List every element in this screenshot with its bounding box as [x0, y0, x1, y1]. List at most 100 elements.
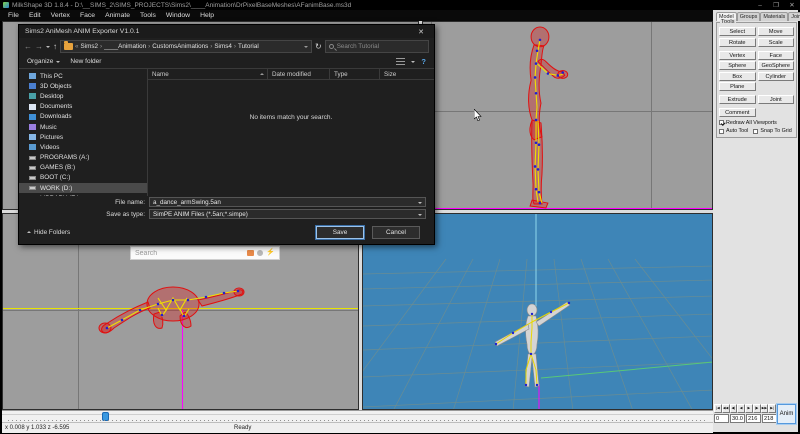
menu-help[interactable]: Help — [195, 10, 219, 21]
sidebar-item-pictures[interactable]: Pictures — [19, 132, 147, 142]
refresh-icon[interactable]: ↻ — [315, 42, 322, 52]
anim-toggle-button[interactable]: Anim — [777, 404, 796, 424]
hide-folders-button[interactable]: Hide Folders — [27, 229, 70, 236]
sidebar-item-boot-drive[interactable]: BOOT (C:) — [19, 173, 147, 183]
breadcrumb-segment[interactable]: Sims2 — [81, 43, 99, 50]
sidebar-item-work-drive[interactable]: WORK (D:) — [19, 183, 147, 193]
up-icon[interactable]: ↑ — [53, 42, 57, 52]
dialog-title-bar[interactable]: Sims2 AniMesh ANIM Exporter V1.0.1 ✕ — [19, 25, 434, 38]
minimize-button[interactable]: – — [752, 1, 768, 10]
total-frames-field[interactable] — [730, 414, 745, 423]
geosphere-button[interactable]: GeoSphere — [758, 61, 795, 70]
menu-window[interactable]: Window — [161, 10, 195, 21]
menu-edit[interactable]: Edit — [24, 10, 46, 21]
step-forward-button[interactable]: ▶ — [745, 404, 753, 413]
viewport-top-right[interactable] — [422, 21, 713, 210]
history-caret-icon[interactable] — [46, 46, 50, 50]
close-button[interactable]: ✕ — [784, 1, 800, 10]
joint-button[interactable]: Joint — [758, 95, 795, 104]
column-date-modified[interactable]: Date modified — [268, 69, 330, 79]
sidebar-item-videos[interactable]: Videos — [19, 142, 147, 152]
sidebar-item-desktop[interactable]: Desktop — [19, 91, 147, 101]
view-mode-caret-icon[interactable] — [411, 61, 415, 65]
tab-materials[interactable]: Materials — [760, 12, 788, 21]
breadcrumb-dropdown-icon[interactable] — [304, 46, 308, 50]
save-type-input[interactable] — [153, 211, 418, 218]
column-name[interactable]: Name — [148, 69, 268, 79]
tab-joints[interactable]: Joints — [788, 12, 800, 21]
plane-button[interactable]: Plane — [719, 82, 756, 91]
current-frame-field[interactable] — [714, 414, 729, 423]
clock-icon[interactable] — [257, 250, 263, 256]
sidebar-item-this-pc[interactable]: This PC — [19, 71, 147, 81]
comment-button[interactable]: Comment — [719, 108, 756, 117]
maximize-button[interactable]: ❐ — [768, 1, 784, 10]
lightning-icon[interactable]: ⚡ — [266, 250, 275, 256]
step-back-button[interactable]: ◀ — [737, 404, 745, 413]
box-button[interactable]: Box — [719, 72, 756, 81]
file-name-input[interactable] — [153, 199, 418, 206]
sidebar-item-documents[interactable]: Documents — [19, 102, 147, 112]
first-frame-button[interactable]: |◀ — [714, 404, 722, 413]
extrude-button[interactable]: Extrude — [719, 95, 756, 104]
select-button[interactable]: Select — [719, 27, 756, 36]
menu-file[interactable]: File — [3, 10, 24, 21]
breadcrumb-segment[interactable]: Tutorial — [238, 43, 259, 50]
menu-tools[interactable]: Tools — [135, 10, 161, 21]
anim-field-4[interactable] — [762, 414, 777, 423]
sphere-button[interactable]: Sphere — [719, 61, 756, 70]
folder-icon[interactable] — [247, 250, 254, 256]
breadcrumb-segment[interactable]: Sims4 — [214, 43, 232, 50]
save-type-dropdown-icon[interactable] — [418, 214, 422, 218]
save-type-field[interactable] — [149, 209, 426, 219]
dialog-search-input[interactable] — [337, 43, 425, 50]
dialog-close-icon[interactable]: ✕ — [414, 28, 428, 36]
redraw-checkbox-row[interactable]: Redraw All Viewports — [719, 120, 794, 126]
file-list[interactable]: Name Date modified Type Size No items ma… — [147, 69, 434, 196]
column-size[interactable]: Size — [380, 69, 418, 79]
move-button[interactable]: Move — [758, 27, 795, 36]
breadcrumb-segment[interactable]: CustomsAnimations — [152, 43, 208, 50]
menu-vertex[interactable]: Vertex — [46, 10, 75, 21]
redraw-checkbox[interactable] — [719, 120, 724, 125]
floating-search-input[interactable] — [135, 250, 244, 257]
cancel-button[interactable]: Cancel — [372, 226, 420, 239]
last-frame-button[interactable]: ▶| — [768, 404, 776, 413]
cylinder-button[interactable]: Cylinder — [758, 72, 795, 81]
fast-forward-button[interactable]: ▶▶ — [761, 404, 769, 413]
prev-key-button[interactable]: ◀| — [730, 404, 738, 413]
tab-groups[interactable]: Groups — [737, 12, 761, 21]
column-type[interactable]: Type — [330, 69, 380, 79]
rewind-button[interactable]: ◀◀ — [722, 404, 730, 413]
breadcrumb-overflow[interactable]: « — [75, 43, 79, 50]
breadcrumb-segment[interactable]: ____Animation — [104, 43, 146, 50]
face-button[interactable]: Face — [758, 51, 795, 60]
organize-button[interactable]: Organize — [27, 58, 60, 65]
scale-button[interactable]: Scale — [758, 38, 795, 47]
snap-grid-checkbox[interactable] — [753, 129, 758, 134]
sidebar-item-downloads[interactable]: Downloads — [19, 112, 147, 122]
file-name-field[interactable] — [149, 197, 426, 207]
menu-face[interactable]: Face — [75, 10, 100, 21]
next-key-button[interactable]: |▶ — [753, 404, 761, 413]
rotate-button[interactable]: Rotate — [719, 38, 756, 47]
save-button[interactable]: Save — [316, 226, 364, 239]
vertex-button[interactable]: Vertex — [719, 51, 756, 60]
breadcrumb[interactable]: « Sims2 › ____Animation › CustomsAnimati… — [60, 40, 312, 53]
new-folder-button[interactable]: New folder — [70, 58, 101, 65]
auto-tool-checkbox[interactable] — [719, 129, 724, 134]
menu-animate[interactable]: Animate — [100, 10, 135, 21]
anim-field-3[interactable] — [746, 414, 761, 423]
back-icon[interactable]: ← — [24, 42, 32, 52]
sidebar-item-programs-drive[interactable]: PROGRAMS (A:) — [19, 153, 147, 163]
dialog-search[interactable] — [325, 40, 429, 53]
forward-icon[interactable]: → — [35, 42, 43, 52]
floating-search-bar[interactable]: ⚡ — [130, 246, 280, 260]
file-name-dropdown-icon[interactable] — [418, 202, 422, 206]
sidebar-item-3d-objects[interactable]: 3D Objects — [19, 81, 147, 91]
view-mode-icon[interactable] — [396, 58, 405, 65]
help-icon[interactable]: ? — [421, 57, 426, 66]
timeline-track[interactable] — [2, 410, 713, 422]
sidebar-item-music[interactable]: Music — [19, 122, 147, 132]
sidebar-item-games-drive[interactable]: GAMES (B:) — [19, 163, 147, 173]
